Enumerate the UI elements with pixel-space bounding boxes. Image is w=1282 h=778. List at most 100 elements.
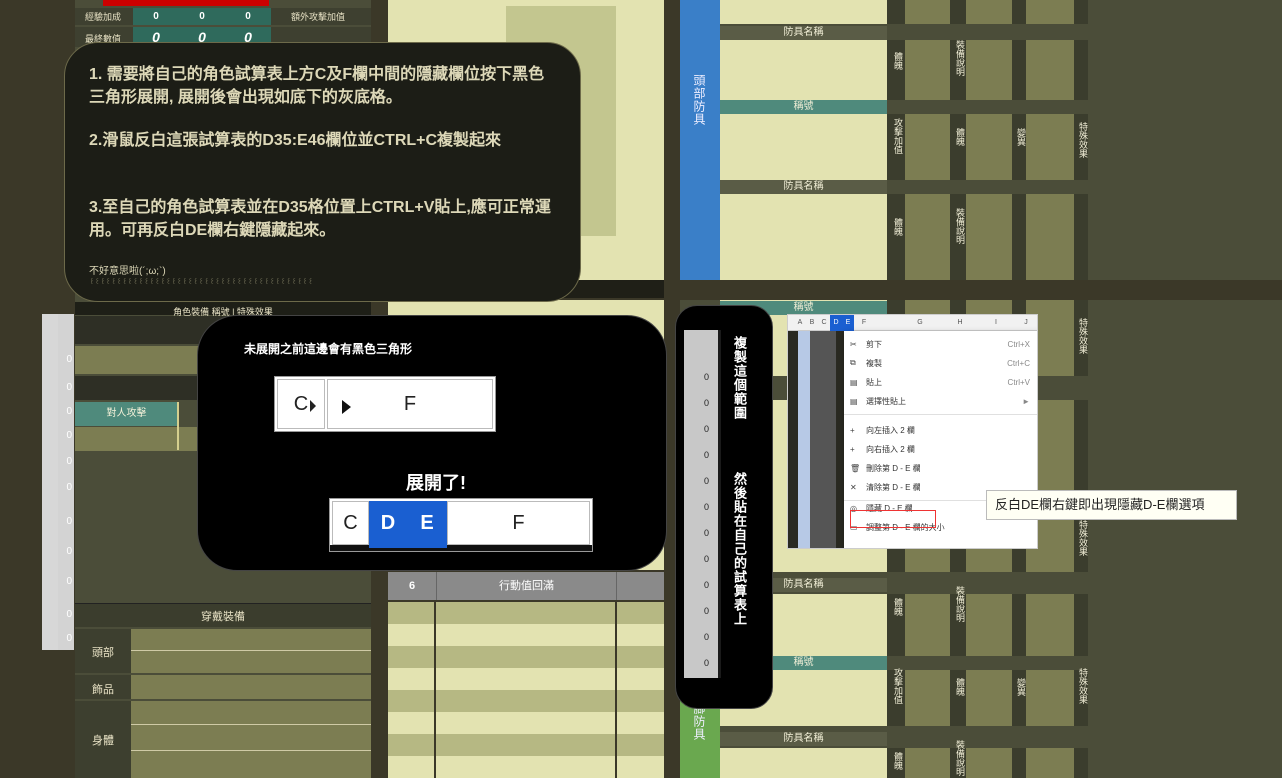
right-olive-col [1026, 114, 1074, 180]
equip-slot-acc-field[interactable] [131, 675, 371, 699]
right-narrow-col [1074, 300, 1088, 316]
sheet-col-header-c[interactable]: C [818, 315, 830, 331]
right-column-label: 體魄 [893, 598, 903, 616]
equip-slot-head-field[interactable] [131, 629, 371, 673]
right-narrow-col [887, 40, 905, 100]
right-olive-col [1026, 670, 1074, 726]
right-column-label: 特殊效果 [1078, 318, 1088, 354]
col-c-letter: C [343, 511, 358, 534]
context-menu-item[interactable]: + 向左插入 2 欄 [850, 423, 1030, 437]
col-header-c-expanded[interactable]: C [332, 501, 369, 545]
head-armor-label: 頭部防具 [692, 74, 706, 126]
right-column-label: 攻擊加值 [893, 118, 903, 154]
right-column-label: 裝備說明 [955, 40, 965, 76]
middle-row [388, 668, 664, 690]
right-column-label: 體魄 [955, 678, 965, 696]
middle-col-divider [434, 600, 436, 778]
col-header-e[interactable]: E [407, 501, 447, 545]
equip-slot-body-field[interactable] [131, 701, 371, 778]
copy-zero-value: 0 [704, 580, 710, 590]
context-menu-item-label: 清除第 D - E 欄 [866, 482, 921, 492]
sheet-col-header-f[interactable]: F [858, 315, 870, 331]
expand-callout: 未展開之前這邊會有黑色三角形 C F 展開了! C D E F [197, 315, 667, 571]
col-header-f-expanded[interactable]: F [447, 501, 590, 545]
stat-row-exp: 經驗加成 0 0 0 額外攻擊加值 [75, 8, 371, 25]
context-menu-item[interactable]: 🗑 刪除第 D - E 欄 [850, 461, 1030, 475]
right-light-cell [720, 748, 887, 778]
sheet-col-header-h[interactable]: H [954, 315, 966, 331]
right-column-label: 特殊效果 [1078, 668, 1088, 704]
col-header-d[interactable]: D [369, 501, 407, 545]
right-olive-col [905, 594, 950, 656]
sheet-col-header-d[interactable]: D [830, 315, 842, 331]
context-menu-item[interactable]: ✂ 剪下 Ctrl+X [850, 337, 1030, 351]
head-armor-side: 頭部防具 [680, 0, 720, 280]
extra-attack-label: 額外攻擊加值 [291, 12, 346, 22]
context-menu-item[interactable]: ▤ 選擇性貼上 ► [850, 394, 1030, 408]
right-olive-col [1026, 748, 1074, 778]
after-caption: 展開了! [406, 473, 466, 493]
copy-range-border [718, 330, 721, 678]
equip-slot-head-label: 頭部 [92, 647, 114, 659]
equip-slot-acc-label: 飾品 [92, 684, 114, 696]
right-narrow-col [1012, 0, 1026, 24]
col-header-f[interactable]: F [327, 379, 493, 429]
equip-line [131, 724, 371, 725]
paste-special-icon: ▤ [850, 396, 858, 406]
sheet-col-header-j[interactable]: J [1020, 315, 1032, 331]
sheet-col-header-e[interactable]: E [842, 315, 854, 331]
right-olive-col [1026, 594, 1074, 656]
sheet-col-header-g[interactable]: G [914, 315, 926, 331]
col-header-c[interactable]: C [277, 379, 325, 429]
right-narrow-col [887, 0, 905, 24]
copy-range-preview [684, 330, 718, 678]
right-olive-col [905, 0, 950, 24]
context-menu-shortcut: Ctrl+C [1007, 358, 1030, 368]
gray-helper-column-a [42, 314, 58, 650]
apology-text: 不好意思啦(´;ω;`) [89, 266, 166, 277]
close-icon: ✕ [850, 482, 857, 492]
right-olive-col [966, 40, 1012, 100]
left-zero-value: 0 [66, 482, 72, 493]
sheet-col-header-i[interactable]: I [990, 315, 1002, 331]
context-menu-item[interactable]: ⧉ 複製 Ctrl+C [850, 356, 1030, 370]
header-red-strip [103, 0, 269, 6]
context-menu-item[interactable]: ▤ 貼上 Ctrl+V [850, 375, 1030, 389]
left-zero-value: 0 [66, 354, 72, 365]
right-olive-col [905, 670, 950, 726]
right-narrow-col [1012, 114, 1026, 180]
context-menu-item[interactable]: + 向右插入 2 欄 [850, 442, 1030, 456]
right-light-cell [720, 114, 887, 180]
decorative-tail: ꒰꒰꒰꒰꒰꒰꒰꒰꒰꒰꒰꒰꒰꒰꒰꒰꒰꒰꒰꒰꒰꒰꒰꒰꒰꒰꒰꒰꒰꒰꒰꒰꒰꒰꒰꒰꒰꒰꒰꒰… [89, 279, 314, 286]
col-d-letter: D [380, 511, 396, 534]
instruction-step-2: 2.滑鼠反白這張試算表的D35:E46欄位並CTRL+C複製起來 [89, 132, 502, 149]
context-menu-item-label: 複製 [866, 358, 882, 368]
right-block-header: 防具名稱 [720, 26, 887, 40]
right-olive-col [966, 670, 1012, 726]
context-menu-item-label: 選擇性貼上 [866, 396, 906, 406]
sheet-rows-preview [788, 331, 844, 548]
middle-col-divider [615, 600, 617, 778]
sheet-col-header-b[interactable]: B [806, 315, 818, 331]
row-label-cell: 行動值回滿 [436, 572, 616, 600]
middle-row [388, 712, 664, 734]
right-narrow-col [887, 194, 905, 280]
scissors-icon: ✂ [850, 339, 857, 349]
copy-instruction-a: 複製這個範圍 [732, 336, 747, 420]
col-e-letter: E [420, 511, 434, 534]
right-narrow-col [1012, 594, 1026, 656]
plus-icon: + [850, 425, 855, 435]
left-divider [177, 402, 179, 450]
right-narrow-col [1074, 400, 1088, 492]
row-number-cell: 6 [388, 572, 436, 600]
middle-row [388, 756, 664, 778]
copy-zero-value: 0 [704, 450, 710, 460]
right-narrow-col [1012, 194, 1026, 280]
expand-triangle-icon[interactable] [342, 400, 351, 414]
sheet-col-preview [798, 331, 810, 548]
middle-row [388, 624, 664, 646]
right-olive-col [1026, 40, 1074, 100]
left-zero-value: 0 [66, 406, 72, 417]
sheet-col-header-a[interactable]: A [794, 315, 806, 331]
context-menu-tooltip: 反白DE欄右鍵即出現隱藏D-E欄選項 [986, 490, 1237, 520]
